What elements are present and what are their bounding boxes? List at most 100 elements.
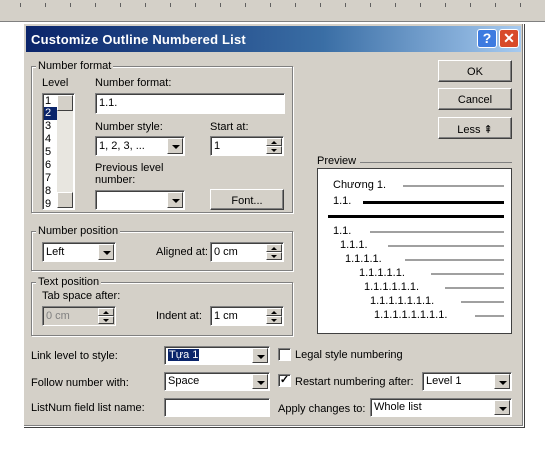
- preview-rule: [431, 273, 504, 275]
- link-level-label: Link level to style:: [31, 350, 118, 362]
- preview-line: 1.1.1.1.1.1.: [364, 281, 420, 293]
- level-item-selected[interactable]: 2: [44, 107, 58, 120]
- preview-rule: [403, 185, 504, 187]
- scroll-up-arrow-icon[interactable]: [57, 95, 73, 111]
- follow-number-dropdown[interactable]: Space: [164, 372, 270, 391]
- alignment-value: Left: [46, 246, 65, 258]
- preview-line: 1.1.1.1.1.1.1.: [370, 295, 435, 307]
- chevron-down-icon[interactable]: [252, 374, 268, 389]
- number-format-group: Number format Level 1 2 3 4 5 6 7 8 9 Nu…: [31, 60, 293, 213]
- start-at-value: 1: [214, 140, 221, 152]
- indent-at-label: Indent at:: [156, 310, 202, 322]
- previous-level-label-2: number:: [95, 174, 136, 186]
- tab-space-value: 0 cm: [46, 310, 70, 322]
- legal-style-label: Legal style numbering: [295, 349, 403, 361]
- number-position-legend: Number position: [36, 225, 121, 237]
- preview-rule: [475, 315, 504, 317]
- title-bar: Customize Outline Numbered List ? ✕: [26, 26, 521, 52]
- level-list[interactable]: 1 2 3 4 5 6 7 8 9: [42, 93, 75, 210]
- spin-buttons[interactable]: [266, 138, 282, 154]
- apply-changes-dropdown[interactable]: Whole list: [370, 398, 512, 417]
- chevron-down-icon[interactable]: [494, 400, 510, 415]
- level-item[interactable]: 6: [44, 159, 58, 172]
- level-item[interactable]: 9: [44, 198, 58, 211]
- chevron-down-icon[interactable]: [252, 348, 268, 363]
- preview-rule: [328, 215, 504, 218]
- previous-level-label: Previous level: [95, 162, 164, 174]
- chevron-down-icon[interactable]: [98, 244, 114, 260]
- spin-buttons[interactable]: [98, 308, 114, 324]
- cancel-button[interactable]: Cancel: [438, 88, 512, 110]
- text-position-group: Text position Tab space after: 0 cm Inde…: [31, 276, 293, 336]
- document-ruler: [0, 0, 545, 22]
- preview-line: Chương 1.: [333, 179, 387, 191]
- tab-space-spinner[interactable]: 0 cm: [42, 306, 116, 326]
- level-item[interactable]: 8: [44, 185, 58, 198]
- preview-divider: [360, 162, 512, 163]
- ok-button[interactable]: OK: [438, 60, 512, 82]
- help-button[interactable]: ?: [477, 29, 497, 48]
- dialog-title: Customize Outline Numbered List: [31, 32, 246, 47]
- number-format-input[interactable]: 1.1.: [95, 93, 285, 114]
- apply-changes-value: Whole list: [374, 401, 422, 413]
- customize-outline-dialog: Customize Outline Numbered List ? ✕ Numb…: [23, 23, 524, 427]
- chevron-down-icon[interactable]: [167, 192, 183, 208]
- legal-style-checkbox[interactable]: [278, 348, 291, 361]
- level-item[interactable]: 3: [44, 120, 58, 133]
- aligned-at-label: Aligned at:: [156, 246, 208, 258]
- listnum-field-input[interactable]: [164, 398, 270, 417]
- text-position-legend: Text position: [36, 276, 102, 288]
- preview-line: 1.1.1.1.: [345, 253, 382, 265]
- level-item[interactable]: 5: [44, 146, 58, 159]
- level-label: Level: [42, 77, 69, 89]
- restart-level-dropdown[interactable]: Level 1: [422, 372, 512, 391]
- aligned-at-spinner[interactable]: 0 cm: [210, 242, 284, 262]
- apply-changes-label: Apply changes to:: [278, 403, 366, 415]
- restart-numbering-checkbox[interactable]: ✓: [278, 374, 291, 387]
- level-item[interactable]: 7: [44, 172, 58, 185]
- preview-rule: [405, 259, 504, 261]
- alignment-dropdown[interactable]: Left: [42, 242, 116, 262]
- scroll-down-arrow-icon[interactable]: [57, 192, 73, 208]
- preview-rule: [388, 245, 504, 247]
- number-format-legend: Number format: [36, 60, 114, 72]
- font-button[interactable]: Font...: [210, 189, 284, 210]
- start-at-label: Start at:: [210, 121, 249, 133]
- restart-numbering-label: Restart numbering after:: [295, 376, 414, 388]
- link-level-value: Tựa 1: [168, 349, 200, 361]
- preview-rule: [461, 301, 504, 303]
- listnum-field-label: ListNum field list name:: [31, 402, 145, 414]
- chevron-down-icon[interactable]: [167, 138, 183, 154]
- spin-buttons[interactable]: [266, 244, 282, 260]
- preview-line: 1.1.1.1.1.1.1.1.: [374, 309, 448, 321]
- indent-at-spinner[interactable]: 1 cm: [210, 306, 284, 326]
- ok-label: OK: [467, 66, 483, 78]
- close-button[interactable]: ✕: [499, 29, 519, 48]
- aligned-at-value: 0 cm: [214, 246, 238, 258]
- number-position-group: Number position Left Aligned at: 0 cm: [31, 225, 293, 271]
- number-format-value: 1.1.: [99, 97, 118, 109]
- preview-rule: [445, 287, 504, 289]
- follow-number-label: Follow number with:: [31, 377, 129, 389]
- level-item[interactable]: 4: [44, 133, 58, 146]
- cancel-label: Cancel: [457, 94, 493, 106]
- number-style-dropdown[interactable]: 1, 2, 3, ...: [95, 136, 185, 156]
- level-scrollbar[interactable]: [57, 95, 73, 208]
- font-button-label: Font...: [231, 195, 263, 207]
- preview-label: Preview: [317, 155, 357, 167]
- chevron-down-icon[interactable]: [494, 374, 510, 389]
- preview-pane: Chương 1. 1.1. 1.1. 1.1.1. 1.1.1.1. 1.1.…: [317, 168, 512, 334]
- number-style-value: 1, 2, 3, ...: [99, 140, 145, 152]
- preview-rule: [363, 201, 504, 204]
- preview-line: 1.1.1.1.1.: [359, 267, 405, 279]
- preview-line: 1.1.: [333, 225, 352, 237]
- link-level-dropdown[interactable]: Tựa 1: [164, 346, 270, 365]
- previous-level-dropdown[interactable]: [95, 190, 185, 210]
- number-style-label: Number style:: [95, 121, 163, 133]
- preview-line: 1.1.1.: [340, 239, 368, 251]
- restart-level-value: Level 1: [426, 375, 462, 387]
- start-at-spinner[interactable]: 1: [210, 136, 284, 156]
- less-button[interactable]: Less ⇞: [438, 117, 512, 139]
- spin-buttons[interactable]: [266, 308, 282, 324]
- preview-rule: [370, 231, 504, 233]
